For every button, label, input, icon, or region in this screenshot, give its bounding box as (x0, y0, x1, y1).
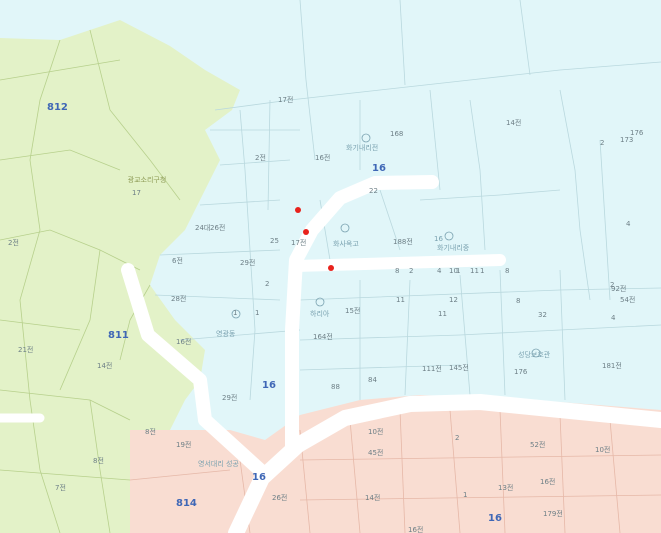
parcel-number-label: 2 (265, 280, 269, 288)
parcel-number-label: 52전 (530, 440, 545, 449)
block-number-label: 16 (488, 513, 502, 524)
parcel-number-label: 15전 (345, 306, 360, 315)
parcel-number-label: 29전 (240, 258, 255, 267)
parcel-number-label: 8 (505, 267, 509, 275)
parcel-number-label: 84 (368, 376, 377, 384)
parcel-number-label: 14전 (506, 118, 521, 127)
block-number-label: 814 (176, 498, 197, 509)
parcel-number-label: 179전 (543, 509, 563, 518)
parcel-number-label: 22 (369, 187, 378, 195)
parcel-number-label: 4 (611, 314, 616, 322)
poi-label: 화사옥고 (333, 239, 359, 248)
red-marker (303, 229, 309, 235)
parcel-number-label: 17전 (291, 238, 306, 247)
parcel-number-label: 8 (395, 267, 399, 275)
parcel-number-label: 2전 (8, 238, 19, 247)
parcel-number-label: 7전 (55, 483, 66, 492)
parcel-number-label: 173 (620, 136, 633, 144)
parcel-number-label: 6전 (172, 256, 183, 265)
block-number-label: 812 (47, 102, 68, 113)
parcel-number-label: 92전 (611, 284, 626, 293)
parcel-number-label: 188전 (393, 237, 413, 246)
parcel-number-label: 10전 (368, 427, 383, 436)
parcel-number-label: 11 (438, 310, 447, 318)
parcel-number-label: 16전 (176, 337, 191, 346)
parcel-number-label: 8 (516, 297, 520, 305)
parcel-number-label: 4 (626, 220, 631, 228)
parcel-number-label: 17전 (278, 95, 293, 104)
block-number-label: 16 (372, 163, 386, 174)
parcel-number-label: 88 (331, 383, 340, 391)
parcel-number-label: 14전 (365, 493, 380, 502)
map-canvas[interactable]: 81281181416161616화기내리전화사옥고영광동하리아화기내리중16성… (0, 0, 661, 533)
parcel-number-label: 45전 (368, 448, 383, 457)
parcel-number-label: 4 (437, 267, 442, 275)
block-number-label: 16 (252, 472, 266, 483)
red-marker (295, 207, 301, 213)
parcel-number-label: 25 (270, 237, 279, 245)
parcel-number-label: 16전 (540, 477, 555, 486)
park-label: 광교소리구청 (128, 175, 167, 184)
parcel-number-label: 32 (538, 311, 547, 319)
parcel-number-label: 16전 (408, 525, 423, 533)
poi-label: 영광동 (216, 329, 236, 338)
parcel-number-label: 54전 (620, 295, 635, 304)
poi-label: 성당보호관 (518, 350, 551, 359)
parcel-number-label: 24대 (195, 224, 210, 232)
poi-label: 하리아 (310, 309, 330, 318)
parcel-number-label: 19전 (176, 440, 191, 449)
parcel-number-label: 145전 (449, 363, 469, 372)
parcel-number-label: 1 (255, 309, 259, 317)
parcel-number-label: 176 (630, 129, 644, 137)
parcel-number-label: 17 (132, 189, 141, 197)
parcel-number-label: 21전 (18, 345, 33, 354)
parcel-number-label: 1 (463, 491, 467, 499)
parcel-number-label: 2 (409, 267, 413, 275)
parcel-number-label: 11 (470, 267, 479, 275)
block-number-label: 811 (108, 330, 129, 341)
block-number-label: 16 (262, 380, 276, 391)
parcel-number-label: 26전 (210, 223, 225, 232)
parcel-number-label: 8전 (93, 456, 104, 465)
parcel-number-label: 8전 (145, 427, 156, 436)
parcel-number-label: 2 (600, 139, 604, 147)
parcel-number-label: 13전 (498, 483, 513, 492)
parcel-number-label: 10 (449, 267, 458, 275)
parcel-number-label: 10전 (595, 445, 610, 454)
parcel-number-label: 1 (480, 267, 484, 275)
road-horizontal (290, 254, 506, 272)
parcel-number-label: 168 (390, 130, 403, 138)
parcel-number-label: 176 (514, 368, 528, 376)
red-marker (328, 265, 334, 271)
poi-label: 화기내리전 (346, 143, 378, 152)
parcel-number-label: 2 (455, 434, 459, 442)
poi-label: 화기내리중 (437, 243, 470, 252)
parcel-number-label: 11 (396, 296, 405, 304)
parcel-number-label: 181전 (602, 361, 622, 370)
parcel-number-label: 164전 (313, 332, 333, 341)
parcel-number-label: 14전 (97, 361, 112, 370)
parcel-number-label: 2전 (255, 153, 266, 162)
parcel-number-label: 1 (233, 309, 237, 317)
parcel-number-label: 26전 (272, 493, 287, 502)
parcel-number-label: 16전 (315, 153, 330, 162)
poi-label: 16 (434, 235, 443, 243)
parcel-number-label: 111전 (422, 364, 442, 373)
parcel-number-label: 29전 (222, 393, 237, 402)
poi-label: 영서대리 성공 (198, 459, 239, 468)
parcel-number-label: 12 (449, 296, 458, 304)
parcel-number-label: 28전 (171, 294, 186, 303)
